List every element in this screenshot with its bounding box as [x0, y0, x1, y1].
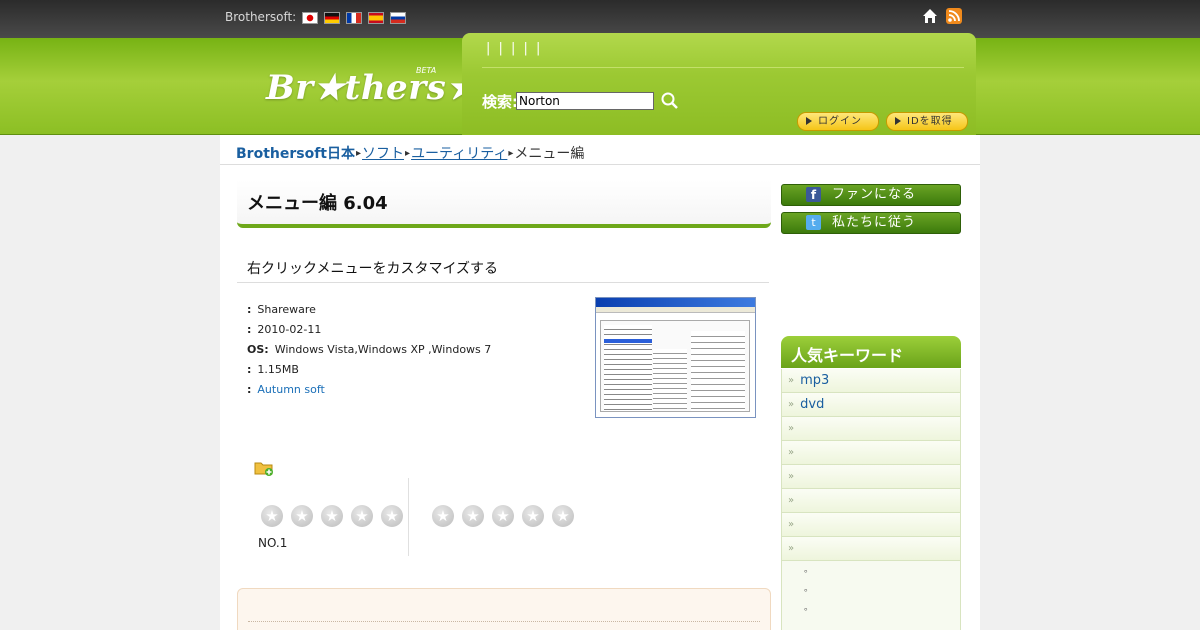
sidebar-item[interactable]: »: [782, 465, 960, 489]
sidebar-item-label[interactable]: dvd: [800, 397, 824, 412]
sidebar-sub-item[interactable]: 。: [782, 580, 960, 599]
flag-de-icon[interactable]: [324, 12, 340, 24]
star-icon[interactable]: [321, 505, 343, 527]
star-icon[interactable]: [432, 505, 454, 527]
double-chevron-icon: »: [788, 495, 795, 506]
sidebar-keyword-list: » mp3 » dvd » » » » » » 。 。 。: [781, 369, 961, 630]
sidebar-item[interactable]: » dvd: [782, 393, 960, 417]
info-row-os: OS: Windows Vista,Windows XP ,Windows 7: [247, 340, 491, 360]
star-icon[interactable]: [492, 505, 514, 527]
download-box: [237, 588, 771, 630]
screenshot-menubar: [596, 307, 755, 313]
user-rating-stars[interactable]: [261, 505, 403, 527]
screenshot-body: [600, 320, 750, 412]
breadcrumb-item[interactable]: ユーティリティ: [411, 143, 507, 163]
star-icon[interactable]: [522, 505, 544, 527]
search-input[interactable]: [516, 92, 654, 110]
sidebar-item[interactable]: »: [782, 417, 960, 441]
star-icon[interactable]: [261, 505, 283, 527]
sidebar-sub-item[interactable]: 。: [782, 561, 960, 580]
info-key: :: [247, 303, 252, 316]
facebook-icon: f: [806, 187, 821, 202]
twitter-icon: t: [806, 215, 821, 230]
sidebar-item[interactable]: »: [782, 513, 960, 537]
rss-icon[interactable]: [946, 8, 962, 24]
info-row-size: : 1.15MB: [247, 360, 491, 380]
info-row-date: : 2010-02-11: [247, 320, 491, 340]
site-label: Brothersoft:: [225, 10, 297, 24]
flag-ru-icon[interactable]: [390, 12, 406, 24]
star-icon[interactable]: [462, 505, 484, 527]
chevron-right-icon: ▸: [405, 147, 411, 159]
info-row-license: : Shareware: [247, 300, 491, 320]
os-label: OS:: [247, 343, 269, 356]
size-value: 1.15MB: [257, 363, 299, 376]
panel-divider: [482, 67, 964, 68]
header-tabs[interactable]: | | | | |: [486, 41, 542, 56]
login-button[interactable]: ログイン: [797, 112, 879, 131]
license-value: Shareware: [257, 303, 316, 316]
register-button[interactable]: IDを取得: [886, 112, 968, 131]
sidebar-heading: 人気キーワード: [781, 336, 961, 368]
rating-divider: [408, 478, 409, 556]
app-screenshot[interactable]: [595, 297, 756, 418]
os-value: Windows Vista,Windows XP ,Windows 7: [274, 343, 492, 356]
editor-rating-stars[interactable]: [432, 505, 574, 527]
subtitle-divider: [237, 282, 769, 283]
sidebar-item-label[interactable]: mp3: [800, 373, 829, 388]
sidebar-item[interactable]: »: [782, 489, 960, 513]
double-chevron-icon: »: [788, 543, 795, 554]
download-divider: [248, 621, 760, 622]
home-icon[interactable]: [922, 8, 938, 24]
search-label: 検索:: [482, 93, 518, 111]
flag-fr-icon[interactable]: [346, 12, 362, 24]
chevron-right-icon: ▸: [356, 147, 362, 159]
logo-beta-badge: BETA: [416, 66, 437, 75]
breadcrumb-home[interactable]: Brothersoft日本: [236, 143, 355, 163]
star-icon[interactable]: [351, 505, 373, 527]
breadcrumb-divider: [220, 164, 980, 165]
double-chevron-icon: »: [788, 423, 795, 434]
info-key: :: [247, 363, 252, 376]
breadcrumb-item[interactable]: ソフト: [362, 143, 404, 163]
rank-label: NO.1: [258, 536, 288, 550]
double-chevron-icon: »: [788, 447, 795, 458]
sidebar-item[interactable]: »: [782, 537, 960, 561]
screenshot-selection: [604, 339, 652, 343]
chevron-right-icon: ▸: [508, 147, 514, 159]
breadcrumb: Brothersoft日本 ▸ ソフト ▸ ユーティリティ ▸ メニュー編: [236, 143, 584, 163]
screenshot-submenu: [653, 349, 687, 409]
folder-add-icon[interactable]: [254, 460, 274, 476]
double-chevron-icon: »: [788, 399, 795, 410]
info-key: :: [247, 323, 252, 336]
sidebar-item[interactable]: » mp3: [782, 369, 960, 393]
info-row-author: : Autumn soft: [247, 380, 491, 400]
double-chevron-icon: »: [788, 519, 795, 530]
search-icon[interactable]: [660, 91, 680, 111]
language-flags: [302, 12, 406, 24]
screenshot-list: [604, 325, 652, 411]
author-link[interactable]: Autumn soft: [257, 380, 324, 400]
double-chevron-icon: »: [788, 375, 795, 386]
star-icon[interactable]: [552, 505, 574, 527]
flag-es-icon[interactable]: [368, 12, 384, 24]
flag-jp-icon[interactable]: [302, 12, 318, 24]
screenshot-options: [691, 331, 745, 411]
app-info: : Shareware : 2010-02-11 OS: Windows Vis…: [247, 300, 491, 400]
app-subtitle: 右クリックメニューをカスタマイズする: [247, 261, 499, 277]
date-value: 2010-02-11: [257, 323, 322, 336]
sidebar-item[interactable]: »: [782, 441, 960, 465]
page-title: メニュー編 6.04: [247, 193, 388, 214]
sidebar-sub-item[interactable]: 。: [782, 599, 960, 618]
screenshot-titlebar: [596, 298, 755, 307]
star-icon[interactable]: [291, 505, 313, 527]
star-icon[interactable]: [381, 505, 403, 527]
info-key: :: [247, 383, 252, 396]
breadcrumb-current: メニュー編: [514, 146, 585, 162]
double-chevron-icon: »: [788, 471, 795, 482]
